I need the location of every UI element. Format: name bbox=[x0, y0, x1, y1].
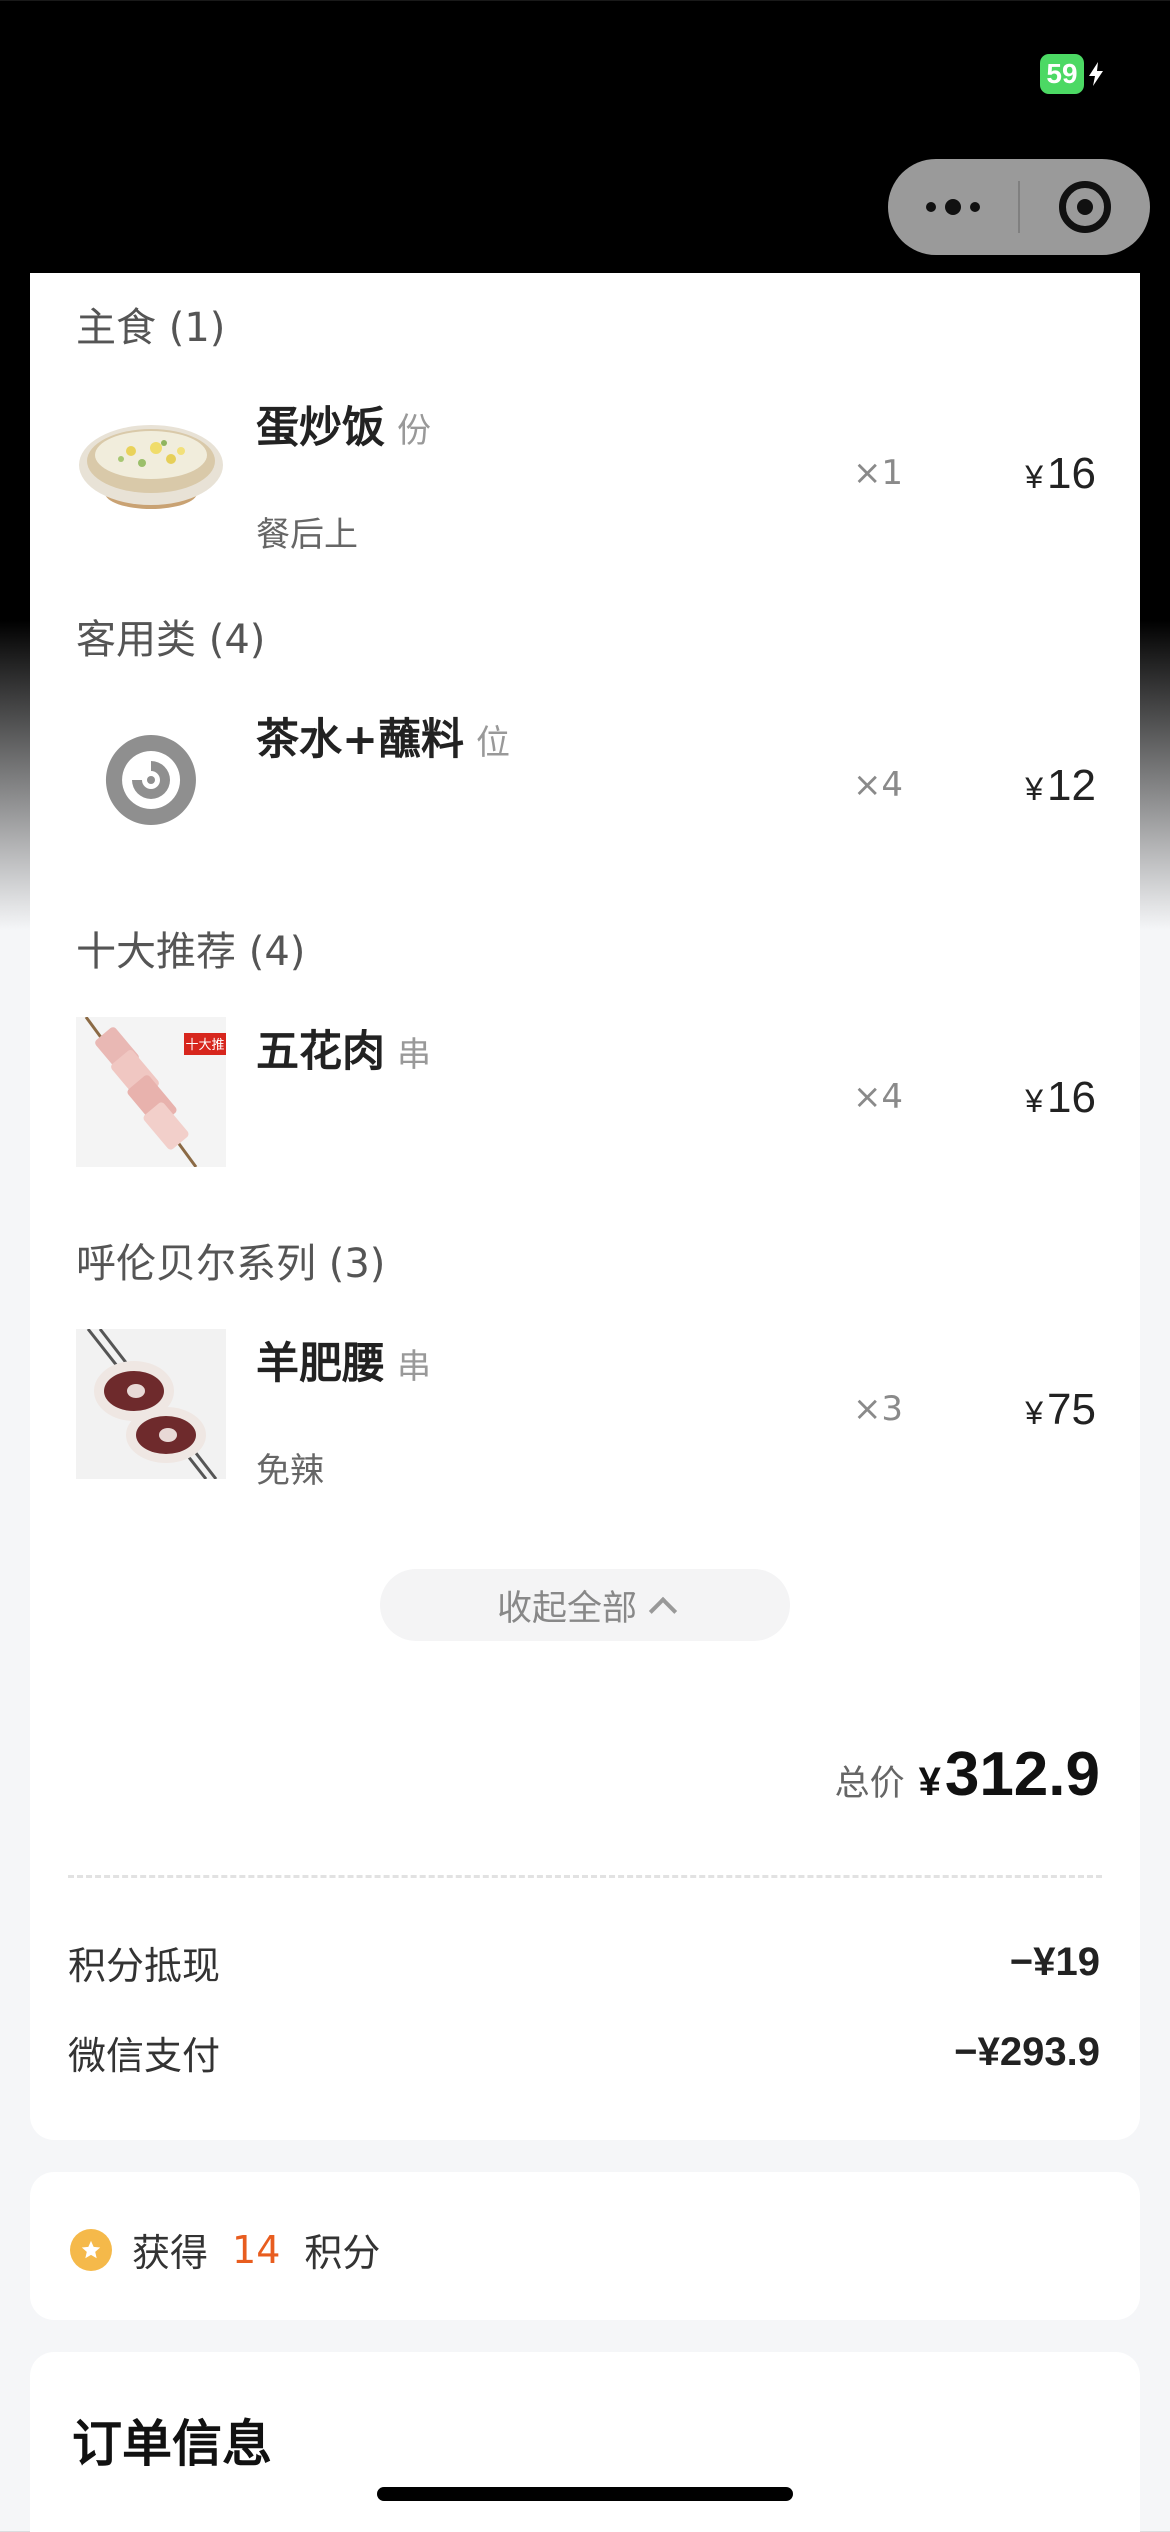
item-price: ¥16 bbox=[1025, 449, 1096, 499]
item-name-text: 茶水+蘸料 bbox=[256, 715, 465, 765]
item-name-text: 蛋炒饭 bbox=[256, 403, 385, 453]
battery-level: 59 bbox=[1040, 54, 1084, 94]
star-icon bbox=[70, 2228, 112, 2271]
collapse-all-button[interactable]: 收起全部 bbox=[380, 1569, 790, 1641]
chevron-up-icon bbox=[648, 1596, 678, 1626]
lamb-kidney-skewer-image bbox=[76, 1329, 226, 1479]
item-name: 羊肥腰串 bbox=[256, 1329, 431, 1391]
collapse-all-label: 收起全部 bbox=[496, 1588, 637, 1629]
dashed-divider bbox=[68, 1875, 1102, 1878]
more-dot-icon bbox=[926, 202, 936, 212]
item-unit: 份 bbox=[397, 411, 431, 451]
pork-belly-skewer-image: 十大推 bbox=[76, 1017, 226, 1167]
more-dot-icon bbox=[945, 199, 961, 215]
item-note: 免辣 bbox=[256, 1451, 324, 1491]
total-value: ¥312.9 bbox=[919, 1739, 1100, 1810]
points-deduction-row: 积分抵现 −¥19 bbox=[68, 1935, 1100, 1990]
battery-indicator: 59 bbox=[1040, 54, 1105, 94]
points-earned-card: 获得 14 积分 bbox=[30, 2172, 1140, 2320]
home-indicator[interactable] bbox=[377, 2487, 793, 2501]
item-name: 五花肉串 bbox=[256, 1017, 431, 1079]
close-miniprogram-button[interactable] bbox=[1020, 159, 1150, 255]
currency-symbol: ¥ bbox=[918, 1760, 941, 1804]
points-prefix: 获得 bbox=[132, 2231, 209, 2275]
item-quantity: ×3 bbox=[852, 1389, 904, 1429]
points-suffix: 积分 bbox=[304, 2231, 381, 2275]
item-quantity: ×4 bbox=[852, 765, 904, 805]
item-badge: 十大推 bbox=[185, 1038, 224, 1053]
order-info-card: 订单信息 bbox=[30, 2352, 1140, 2532]
total-label: 总价 bbox=[834, 1764, 905, 1804]
currency-symbol: ¥ bbox=[1025, 1395, 1044, 1431]
category-title: 客用类 (4) bbox=[76, 617, 266, 663]
category-title: 主食 (1) bbox=[76, 305, 226, 351]
item-quantity: ×1 bbox=[852, 453, 904, 493]
item-price-value: 16 bbox=[1047, 1073, 1096, 1122]
points-amount: 14 bbox=[232, 2227, 281, 2272]
currency-symbol: ¥ bbox=[1025, 771, 1044, 807]
points-earned-line: 获得 14 积分 bbox=[70, 2222, 380, 2277]
payment-label: 微信支付 bbox=[68, 2034, 221, 2078]
order-items-card: 主食 (1) 蛋炒饭份 餐后上 ×1 ¥16 客用类 (4) 茶水+蘸料位 ×4… bbox=[30, 273, 1140, 2140]
item-quantity: ×4 bbox=[852, 1077, 904, 1117]
item-name: 蛋炒饭份 bbox=[256, 393, 431, 455]
currency-symbol: ¥ bbox=[1025, 459, 1044, 495]
payment-value: −¥19 bbox=[1009, 1940, 1100, 1984]
item-name: 茶水+蘸料位 bbox=[256, 705, 510, 767]
item-price-value: 75 bbox=[1047, 1385, 1096, 1434]
item-unit: 位 bbox=[476, 723, 511, 763]
item-name-text: 羊肥腰 bbox=[256, 1339, 385, 1389]
item-note: 餐后上 bbox=[256, 515, 358, 555]
charging-bolt-icon bbox=[1089, 62, 1103, 86]
item-price-value: 16 bbox=[1047, 449, 1096, 498]
more-dot-icon bbox=[970, 202, 980, 212]
total-amount: 312.9 bbox=[944, 1740, 1100, 1809]
payment-value: −¥293.9 bbox=[954, 2030, 1100, 2074]
currency-symbol: ¥ bbox=[1025, 1083, 1044, 1119]
payment-label: 积分抵现 bbox=[68, 1944, 221, 1988]
order-info-title: 订单信息 bbox=[72, 2415, 272, 2473]
more-options-button[interactable] bbox=[888, 159, 1018, 255]
fried-rice-image bbox=[79, 425, 223, 509]
category-title: 十大推荐 (4) bbox=[76, 929, 306, 975]
item-name-text: 五花肉 bbox=[256, 1027, 385, 1077]
item-price: ¥12 bbox=[1025, 761, 1096, 811]
total-price: 总价 ¥312.9 bbox=[835, 1739, 1100, 1810]
miniprogram-capsule bbox=[888, 159, 1150, 255]
item-price-value: 12 bbox=[1047, 761, 1096, 810]
item-unit: 串 bbox=[397, 1035, 431, 1075]
placeholder-swirl-icon bbox=[105, 735, 196, 825]
wechat-pay-row: 微信支付 −¥293.9 bbox=[68, 2025, 1100, 2080]
item-unit: 串 bbox=[397, 1347, 431, 1387]
item-price: ¥75 bbox=[1025, 1385, 1096, 1435]
target-close-icon bbox=[1059, 181, 1111, 233]
category-title: 呼伦贝尔系列 (3) bbox=[76, 1241, 386, 1287]
item-price: ¥16 bbox=[1025, 1073, 1096, 1123]
